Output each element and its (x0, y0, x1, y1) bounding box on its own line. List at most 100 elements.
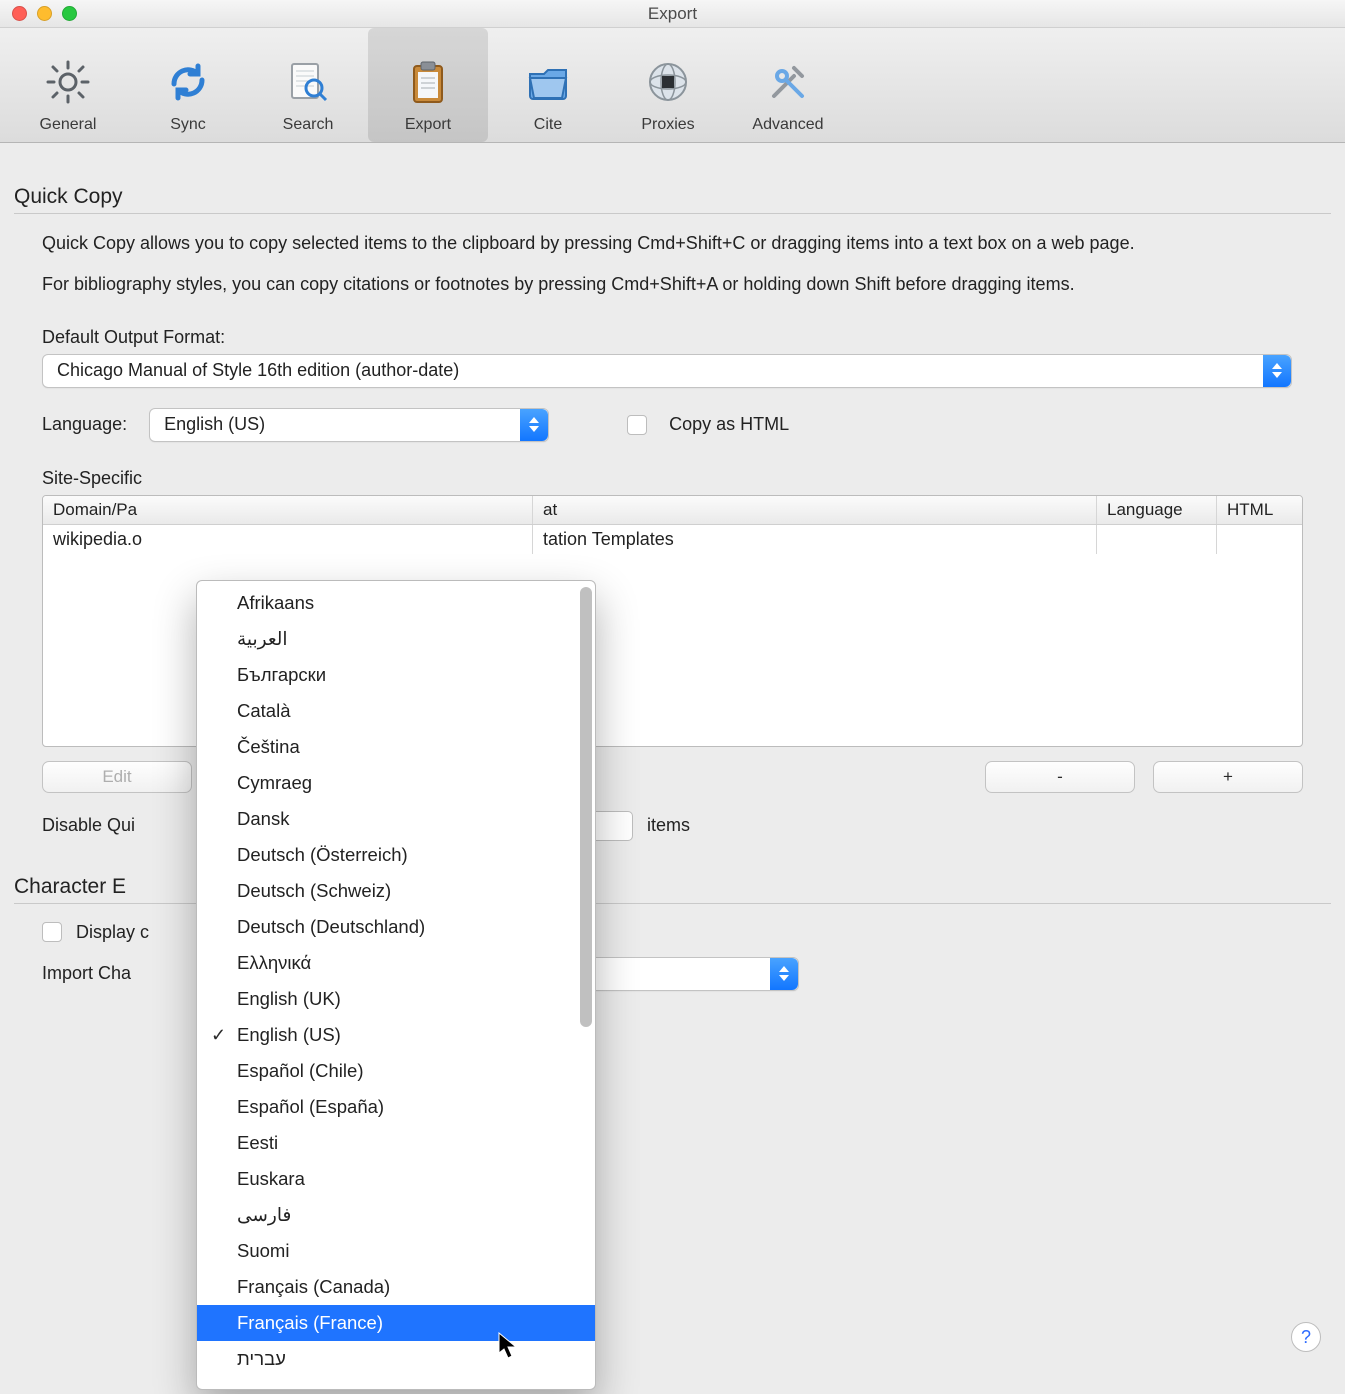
tab-label: Cite (534, 116, 562, 134)
language-option[interactable]: ✓Deutsch (Deutschland) (197, 909, 595, 945)
quick-copy-description-1: Quick Copy allows you to copy selected i… (42, 232, 1272, 255)
tab-label: Advanced (752, 116, 823, 134)
language-option-label: Cymraeg (237, 772, 312, 794)
language-select[interactable]: English (US) (149, 408, 549, 442)
add-site-button[interactable]: + (1153, 761, 1303, 793)
col-format[interactable]: at (533, 496, 1097, 524)
language-option[interactable]: ✓Dansk (197, 801, 595, 837)
search-icon (284, 58, 332, 106)
clipboard-icon (404, 58, 452, 106)
language-option-label: Čeština (237, 736, 300, 758)
table-header: Domain/Pa at Language HTML (43, 496, 1302, 525)
folder-icon (524, 58, 572, 106)
display-character-checkbox[interactable] (42, 922, 62, 942)
language-option-label: English (UK) (237, 988, 341, 1010)
default-output-format-select[interactable]: Chicago Manual of Style 16th edition (au… (42, 354, 1292, 388)
tab-proxies[interactable]: Proxies (608, 28, 728, 142)
cell-language (1097, 525, 1217, 554)
language-option[interactable]: ✓Cymraeg (197, 765, 595, 801)
stepper-icon (770, 958, 798, 990)
items-unit-label: items (647, 815, 690, 836)
col-language[interactable]: Language (1097, 496, 1217, 524)
language-option-list: ✓Afrikaans✓العربية✓Български✓Català✓Češt… (197, 581, 595, 1381)
import-charset-label: Import Cha (42, 963, 131, 984)
tab-label: Sync (170, 116, 206, 134)
language-option-label: Afrikaans (237, 592, 314, 614)
language-option[interactable]: ✓Ελληνικά (197, 945, 595, 981)
tab-label: General (40, 116, 97, 134)
language-option-label: Español (España) (237, 1096, 384, 1118)
language-dropdown-popover[interactable]: ✓Afrikaans✓العربية✓Български✓Català✓Češt… (196, 580, 596, 1390)
cell-format: tation Templates (533, 525, 1097, 554)
language-option-label: Български (237, 664, 326, 686)
language-option-label: Français (France) (237, 1312, 383, 1334)
language-option[interactable]: ✓Deutsch (Österreich) (197, 837, 595, 873)
language-option-label: English (US) (237, 1024, 341, 1046)
cell-domain: wikipedia.o (43, 525, 533, 554)
tab-label: Export (405, 116, 451, 134)
tab-search[interactable]: Search (248, 28, 368, 142)
section-divider (14, 213, 1331, 214)
dropdown-scrollbar[interactable] (580, 587, 592, 1383)
language-option-label: Deutsch (Österreich) (237, 844, 408, 866)
language-option-label: Dansk (237, 808, 289, 830)
language-option[interactable]: ✓Français (France) (197, 1305, 595, 1341)
language-option[interactable]: ✓ English (US) (197, 1017, 595, 1053)
default-output-format-label: Default Output Format: (42, 327, 225, 348)
language-option[interactable]: ✓Español (España) (197, 1089, 595, 1125)
language-option[interactable]: ✓Suomi (197, 1233, 595, 1269)
language-option[interactable]: ✓Español (Chile) (197, 1053, 595, 1089)
language-option[interactable]: ✓Български (197, 657, 595, 693)
language-option-label: Français (Canada) (237, 1276, 390, 1298)
cell-html (1217, 525, 1302, 554)
copy-as-html-checkbox[interactable] (627, 415, 647, 435)
language-label: Language: (42, 414, 127, 435)
tab-label: Search (283, 116, 334, 134)
globe-icon (644, 58, 692, 106)
disable-quick-copy-label: Disable Qui (42, 815, 135, 836)
language-option[interactable]: ✓Català (197, 693, 595, 729)
quick-copy-description-2: For bibliography styles, you can copy ci… (42, 273, 1272, 296)
copy-as-html-label: Copy as HTML (669, 414, 789, 435)
language-option[interactable]: ✓العربية (197, 621, 595, 657)
language-option[interactable]: ✓Deutsch (Schweiz) (197, 873, 595, 909)
language-option-label: Suomi (237, 1240, 289, 1262)
language-option-label: فارسی (237, 1204, 291, 1226)
table-row[interactable]: wikipedia.o tation Templates (43, 525, 1302, 554)
language-option[interactable]: ✓Eesti (197, 1125, 595, 1161)
edit-button[interactable]: Edit (42, 761, 192, 793)
tab-cite[interactable]: Cite (488, 28, 608, 142)
select-value: Chicago Manual of Style 16th edition (au… (57, 360, 459, 381)
language-option[interactable]: ✓Čeština (197, 729, 595, 765)
language-option[interactable]: ✓Euskara (197, 1161, 595, 1197)
language-option[interactable]: ✓Afrikaans (197, 585, 595, 621)
language-option-label: Deutsch (Schweiz) (237, 880, 391, 902)
language-option[interactable]: ✓English (UK) (197, 981, 595, 1017)
col-domain[interactable]: Domain/Pa (43, 496, 533, 524)
tab-export[interactable]: Export (368, 28, 488, 142)
tab-sync[interactable]: Sync (128, 28, 248, 142)
window-title: Export (0, 4, 1345, 24)
tab-general[interactable]: General (8, 28, 128, 142)
gear-icon (44, 58, 92, 106)
language-option[interactable]: ✓فارسی (197, 1197, 595, 1233)
tab-advanced[interactable]: Advanced (728, 28, 848, 142)
language-option[interactable]: ✓Français (Canada) (197, 1269, 595, 1305)
language-option-label: Català (237, 700, 290, 722)
select-value: English (US) (164, 414, 265, 435)
checkmark-icon: ✓ (211, 1025, 226, 1046)
scrollbar-thumb[interactable] (580, 587, 592, 1027)
language-option[interactable]: ✓עברית (197, 1341, 595, 1377)
language-option-label: עברית (237, 1348, 286, 1370)
site-specific-settings-label: Site-Specific (42, 468, 142, 489)
quick-copy-heading: Quick Copy (14, 185, 1331, 209)
remove-site-button[interactable]: - (985, 761, 1135, 793)
stepper-icon (1263, 355, 1291, 387)
sync-icon (164, 58, 212, 106)
language-option-label: العربية (237, 628, 288, 650)
window-titlebar: Export (0, 0, 1345, 28)
preferences-toolbar: General Sync Search Export Cite Proxies (0, 28, 1345, 143)
col-html[interactable]: HTML (1217, 496, 1302, 524)
help-button[interactable]: ? (1291, 1322, 1321, 1352)
display-character-label: Display c (76, 922, 149, 943)
